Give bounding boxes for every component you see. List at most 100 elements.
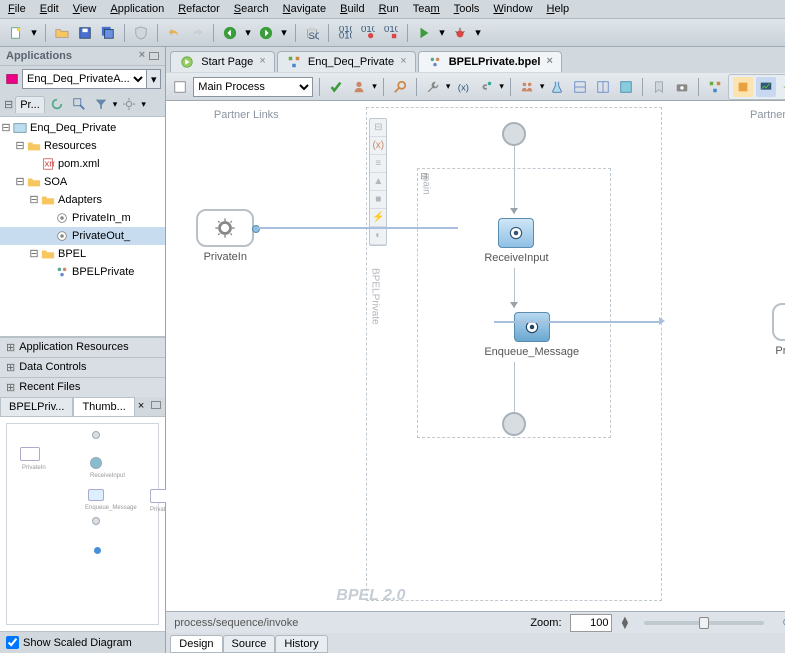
palette-variable-icon[interactable]: (x) — [370, 137, 386, 155]
run-icon[interactable] — [414, 23, 434, 43]
save-all-icon[interactable] — [98, 23, 118, 43]
zoom-spinner[interactable]: ▲▼ — [620, 617, 631, 629]
dropdown-icon[interactable]: ▾ — [437, 23, 447, 43]
palette-icon[interactable] — [733, 77, 753, 97]
forward-icon[interactable] — [256, 23, 276, 43]
sensor-icon[interactable] — [779, 77, 785, 97]
menu-refactor[interactable]: Refactor — [178, 3, 220, 15]
open-icon[interactable] — [52, 23, 72, 43]
project-tree[interactable]: ⊟Enq_Deq_Private ⊟Resources xmlpom.xml ⊟… — [0, 117, 165, 337]
partner-private-in[interactable]: PrivateIn — [196, 209, 254, 263]
partner-icon[interactable] — [349, 77, 369, 97]
new-icon[interactable] — [6, 23, 26, 43]
palette-reply-icon[interactable]: ⚡ — [370, 209, 386, 227]
dropdown-icon[interactable]: ▾ — [540, 81, 545, 92]
show-scaled-checkbox[interactable] — [6, 636, 19, 649]
tab-collapse-icon[interactable]: ⊟ — [4, 98, 13, 111]
palette-collapse-icon[interactable]: ⊟ — [370, 119, 386, 137]
panel-close-icon[interactable]: × — [139, 50, 146, 62]
panel-close-icon[interactable]: × — [135, 397, 147, 416]
undo-icon[interactable] — [164, 23, 184, 43]
layout2-icon[interactable] — [593, 77, 613, 97]
tree-resources[interactable]: Resources — [44, 140, 97, 152]
application-selector[interactable]: Enq_Deq_PrivateA... ▾ — [4, 69, 161, 89]
close-tab-icon[interactable]: × — [259, 56, 266, 68]
tree-bpel-folder[interactable]: BPEL — [58, 248, 86, 260]
shield-icon[interactable] — [131, 23, 151, 43]
people-icon[interactable] — [517, 77, 537, 97]
tree-bpel-file[interactable]: BPELPrivate — [72, 266, 134, 278]
menu-build[interactable]: Build — [340, 3, 364, 15]
zoom-input[interactable] — [570, 614, 612, 632]
close-tab-icon[interactable]: × — [546, 56, 553, 68]
menu-search[interactable]: Search — [234, 3, 269, 15]
tab-source[interactable]: Source — [223, 635, 276, 653]
tab-design[interactable]: Design — [170, 635, 222, 653]
tree-project[interactable]: Enq_Deq_Private — [30, 122, 116, 134]
tab-bpel-private[interactable]: BPELPrivate.bpel × — [418, 51, 562, 72]
tab-history[interactable]: History — [275, 635, 327, 653]
tree-private-out[interactable]: PrivateOut_ — [72, 230, 130, 242]
save-icon[interactable] — [75, 23, 95, 43]
dropdown-icon[interactable]: ▾ — [141, 99, 146, 110]
menu-run[interactable]: Run — [379, 3, 399, 15]
menu-team[interactable]: Team — [413, 3, 440, 15]
scope-selector[interactable]: Main Process — [193, 77, 313, 97]
thumbnail-view[interactable]: ReceiveInput Enqueue_Message PrivateIn P… — [0, 417, 165, 632]
highlight-icon[interactable] — [616, 77, 636, 97]
zoom-fit-icon[interactable] — [778, 613, 785, 633]
menu-tools[interactable]: Tools — [454, 3, 480, 15]
palette-scope-icon[interactable]: ◐ — [370, 227, 386, 245]
redo-icon[interactable] — [187, 23, 207, 43]
variable-icon[interactable]: (x) — [453, 77, 473, 97]
menu-window[interactable]: Window — [493, 3, 532, 15]
projects-tab[interactable]: Pr... — [15, 96, 45, 113]
partner-private-out[interactable]: PrivateOut — [772, 303, 785, 357]
locate-icon[interactable] — [69, 94, 89, 114]
tab-bpel-structure[interactable]: BPELPriv... — [0, 397, 73, 416]
accordion-data-controls[interactable]: ⊞Data Controls — [0, 357, 165, 377]
dropdown-icon[interactable]: ▾ — [473, 23, 483, 43]
panel-restore-icon[interactable] — [149, 52, 159, 60]
tree-soa[interactable]: SOA — [44, 176, 67, 188]
bookmark-icon[interactable] — [649, 77, 669, 97]
menu-application[interactable]: Application — [110, 3, 164, 15]
palette-receive-icon[interactable]: ■ — [370, 191, 386, 209]
menu-edit[interactable]: Edit — [40, 3, 59, 15]
test-icon[interactable] — [547, 77, 567, 97]
validate-icon[interactable] — [326, 77, 346, 97]
tree-pom[interactable]: pom.xml — [58, 158, 100, 170]
accordion-recent-files[interactable]: ⊞Recent Files — [0, 377, 165, 397]
app-menu-dropdown[interactable]: ▾ — [147, 69, 161, 89]
dropdown-icon[interactable]: ▾ — [243, 23, 253, 43]
invoke-activity[interactable]: Enqueue_Message — [484, 312, 579, 358]
menu-navigate[interactable]: Navigate — [283, 3, 326, 15]
dropdown-icon[interactable]: ▾ — [372, 81, 377, 92]
menu-view[interactable]: View — [73, 3, 97, 15]
back-icon[interactable] — [220, 23, 240, 43]
bpel-canvas[interactable]: Partner Links ⊟ (x) ≡ ▲ ■ ⚡ ◐ BPELP — [166, 101, 785, 611]
menu-help[interactable]: Help — [547, 3, 570, 15]
layout1-icon[interactable] — [570, 77, 590, 97]
search-icon[interactable] — [390, 77, 410, 97]
link-icon[interactable] — [476, 77, 496, 97]
tab-enq-deq[interactable]: Enq_Deq_Private × — [277, 51, 416, 72]
wrench-icon[interactable] — [423, 77, 443, 97]
start-node[interactable] — [502, 122, 526, 146]
palette-assign-icon[interactable]: ≡ — [370, 155, 386, 173]
camera-icon[interactable] — [672, 77, 692, 97]
close-tab-icon[interactable]: × — [400, 56, 407, 68]
binary-stop-icon[interactable]: 0101 — [381, 23, 401, 43]
tab-start-page[interactable]: Start Page × — [170, 51, 275, 72]
composite-icon[interactable] — [705, 77, 725, 97]
binary-bug-icon[interactable]: 0101 — [358, 23, 378, 43]
db-icon[interactable]: SQL — [302, 23, 322, 43]
app-select[interactable]: Enq_Deq_PrivateA... — [22, 69, 147, 89]
dropdown-icon[interactable]: ▾ — [279, 23, 289, 43]
dropdown-icon[interactable]: ▾ — [446, 81, 451, 92]
debug-icon[interactable] — [450, 23, 470, 43]
panel-restore-icon[interactable] — [151, 401, 161, 409]
settings-icon[interactable] — [119, 94, 139, 114]
binary-icon[interactable]: 01010101 — [335, 23, 355, 43]
tree-private-in[interactable]: PrivateIn_m — [72, 212, 131, 224]
